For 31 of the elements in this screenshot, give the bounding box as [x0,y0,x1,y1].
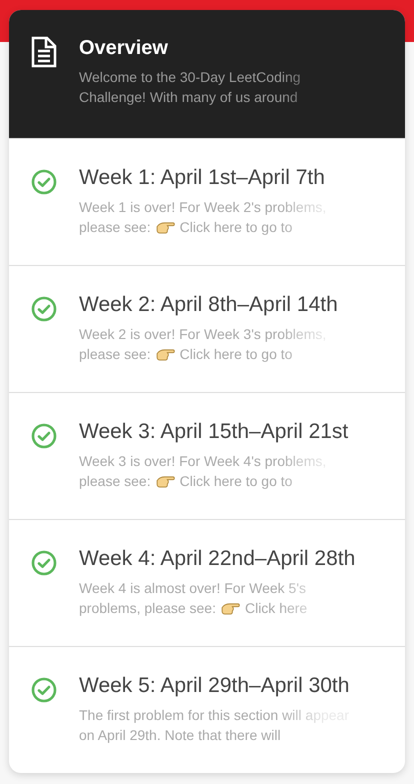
section-summary: Challenge! With many of us around [79,88,299,107]
pointing-hand-icon [156,220,175,234]
link[interactable]: Click here to go to [180,344,292,364]
link[interactable]: Click here [244,598,308,618]
week-summary: Week 2 is over! For Week 3's problems, [79,325,328,344]
week-summary: Week 1 is over! For Week 2's problems, [79,198,328,218]
week-summary: please see: [79,218,151,238]
week-title: Week 2: April 8th–April 14th [79,292,339,318]
week-summary: Week 4 is almost over! For Week 5's [79,579,308,598]
week-summary: please see: [79,472,151,492]
week-summary: on April 29th. Note that there will [79,726,282,746]
check-circle-icon [31,550,57,576]
week-title: Week 5: April 29th–April 30th [79,673,350,698]
document-icon [31,36,57,68]
week-title: Week 4: April 22nd–April 28th [79,546,356,572]
link[interactable]: Click here to go to [180,471,292,492]
check-circle-icon [31,423,57,449]
week-summary: problems, please see: [79,599,216,618]
link[interactable]: Click here to go to [180,217,292,238]
week-summary: Week 3 is over! For Week 4's problems, [79,452,328,472]
week-summary: please see: [79,345,151,364]
week-title: Week 3: April 15th–April 21st [79,419,350,444]
pointing-hand-icon [156,474,175,488]
section-summary: Welcome to the 30-Day LeetCoding [79,68,302,87]
section-title: Overview [79,36,169,60]
check-circle-icon [31,677,57,703]
pointing-hand-icon [156,348,175,361]
pointing-hand-icon [220,602,240,615]
check-circle-icon [31,296,57,322]
check-circle-icon [31,169,57,195]
week-title: Week 1: April 1st–April 7th [79,165,326,190]
